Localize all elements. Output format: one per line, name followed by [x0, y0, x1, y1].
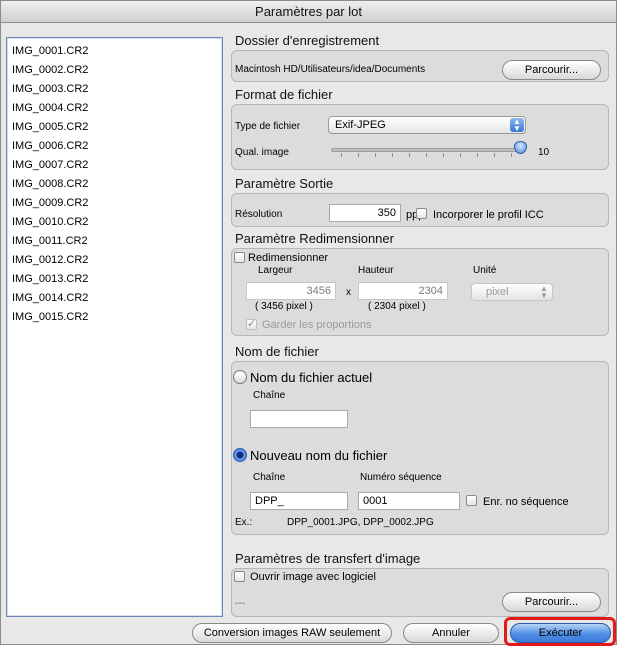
- slider-tick: [375, 153, 376, 157]
- select-arrows-icon: ▲ ▼: [510, 118, 524, 133]
- unit-value: pixel: [486, 286, 509, 298]
- icc-checkbox[interactable]: [416, 208, 427, 219]
- slider-tick: [477, 153, 478, 157]
- width-pixel-text: ( 3456 pixel ): [255, 301, 313, 312]
- open-with-app-label: Ouvrir image avec logiciel: [250, 571, 376, 583]
- file-list-item[interactable]: IMG_0011.CR2: [12, 232, 88, 250]
- quality-slider[interactable]: [331, 148, 521, 152]
- new-chain-label: Chaîne: [253, 472, 286, 483]
- new-name-label: Nouveau nom du fichier: [250, 448, 388, 463]
- slider-tick: [426, 153, 427, 157]
- file-list-item[interactable]: IMG_0006.CR2: [12, 137, 88, 155]
- slider-tick: [443, 153, 444, 157]
- sequence-label: Numéro séquence: [360, 472, 442, 483]
- file-list-item[interactable]: IMG_0013.CR2: [12, 270, 88, 288]
- file-type-select[interactable]: Exif-JPEG ▲ ▼: [328, 116, 526, 134]
- file-list-item[interactable]: IMG_0009.CR2: [12, 194, 88, 212]
- unit-label: Unité: [473, 265, 497, 276]
- width-input[interactable]: 3456: [246, 282, 336, 300]
- slider-tick: [358, 153, 359, 157]
- file-type-value: Exif-JPEG: [335, 119, 386, 131]
- execute-button[interactable]: Exécuter: [510, 623, 611, 643]
- file-list-item[interactable]: IMG_0001.CR2: [12, 42, 88, 60]
- resize-label: Redimensionner: [248, 252, 329, 264]
- browse-app-button[interactable]: Parcourir...: [502, 592, 601, 612]
- quality-label: Qual. image: [235, 147, 289, 158]
- height-pixel-text: ( 2304 pixel ): [368, 301, 426, 312]
- height-input[interactable]: 2304: [358, 282, 448, 300]
- check-icon: ✓: [247, 318, 257, 330]
- browse-folder-button[interactable]: Parcourir...: [502, 60, 601, 80]
- transfer-title: Paramètres de transfert d'image: [235, 551, 421, 566]
- sequence-input[interactable]: 0001: [358, 492, 460, 510]
- save-folder-path: Macintosh HD/Utilisateurs/idea/Documents: [235, 64, 426, 75]
- save-folder-title: Dossier d'enregistrement: [235, 33, 380, 48]
- filename-title: Nom de fichier: [235, 344, 319, 359]
- cancel-button[interactable]: Annuler: [403, 623, 499, 643]
- raw-only-button[interactable]: Conversion images RAW seulement: [192, 623, 392, 643]
- resolution-input[interactable]: 350: [329, 204, 401, 222]
- app-path-value: ---: [235, 598, 245, 609]
- current-chain-label: Chaîne: [253, 390, 286, 401]
- keep-ratio-label: Garder les proportions: [262, 319, 372, 331]
- quality-value: 10: [538, 147, 550, 158]
- file-list-item[interactable]: IMG_0014.CR2: [12, 289, 88, 307]
- times-sign: x: [346, 287, 351, 298]
- slider-tick: [460, 153, 461, 157]
- unit-select[interactable]: pixel ▲ ▼: [471, 283, 553, 301]
- save-sequence-checkbox[interactable]: [466, 495, 477, 506]
- file-list-item[interactable]: IMG_0007.CR2: [12, 156, 88, 174]
- file-list-item[interactable]: IMG_0010.CR2: [12, 213, 88, 231]
- resize-title: Paramètre Redimensionner: [235, 231, 394, 246]
- example-value: DPP_0001.JPG, DPP_0002.JPG: [287, 517, 434, 528]
- example-label: Ex.:: [235, 517, 253, 528]
- current-name-label: Nom du fichier actuel: [250, 370, 373, 385]
- width-label: Largeur: [258, 265, 293, 276]
- slider-tick: [511, 153, 512, 157]
- resolution-label: Résolution: [235, 209, 283, 220]
- open-with-app-checkbox[interactable]: [234, 571, 245, 582]
- height-label: Hauteur: [358, 265, 394, 276]
- file-list-item[interactable]: IMG_0005.CR2: [12, 118, 88, 136]
- file-list-item[interactable]: IMG_0004.CR2: [12, 99, 88, 117]
- icc-label: Incorporer le profil ICC: [433, 209, 544, 221]
- slider-tick: [341, 153, 342, 157]
- current-chain-input[interactable]: [250, 410, 348, 428]
- unit-select-arrows-icon: ▲ ▼: [540, 284, 548, 300]
- file-list-item[interactable]: IMG_0012.CR2: [12, 251, 88, 269]
- new-name-radio[interactable]: [233, 448, 247, 462]
- keep-ratio-checkbox[interactable]: ✓: [246, 318, 257, 330]
- resize-checkbox[interactable]: [234, 252, 245, 263]
- file-list-item[interactable]: IMG_0008.CR2: [12, 175, 88, 193]
- file-list-item[interactable]: IMG_0015.CR2: [12, 308, 88, 326]
- slider-tick: [494, 153, 495, 157]
- output-title: Paramètre Sortie: [235, 176, 334, 191]
- file-format-group: [231, 104, 609, 170]
- file-list-item[interactable]: IMG_0002.CR2: [12, 61, 88, 79]
- slider-tick: [392, 153, 393, 157]
- window-title: Paramètres par lot: [1, 1, 616, 23]
- file-type-label: Type de fichier: [235, 121, 301, 132]
- file-list-item[interactable]: IMG_0003.CR2: [12, 80, 88, 98]
- slider-tick: [409, 153, 410, 157]
- file-format-title: Format de fichier: [235, 87, 333, 102]
- file-list[interactable]: IMG_0001.CR2 IMG_0002.CR2 IMG_0003.CR2 IMG_…: [6, 37, 223, 617]
- new-chain-input[interactable]: DPP_: [250, 492, 348, 510]
- batch-settings-window: Paramètres par lot IMG_0001.CR2 IMG_0002.…: [0, 0, 617, 646]
- save-sequence-label: Enr. no séquence: [483, 496, 569, 508]
- current-name-radio[interactable]: [233, 370, 247, 384]
